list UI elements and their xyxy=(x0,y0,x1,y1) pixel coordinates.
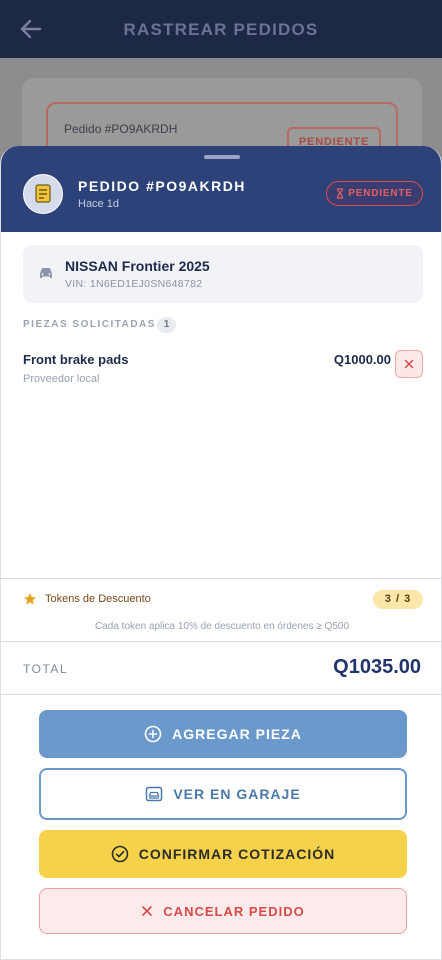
total-value: Q1035.00 xyxy=(333,656,421,678)
page-title: RASTREAR PEDIDOS xyxy=(123,20,319,39)
order-title: PEDIDO #PO9AKRDH xyxy=(78,178,246,194)
tokens-label: Tokens de Descuento xyxy=(45,593,151,605)
plus-circle-icon xyxy=(144,725,162,743)
part-vendor: Proveedor local xyxy=(23,373,100,385)
confirm-quote-label: CONFIRMAR COTIZACIÓN xyxy=(138,846,336,862)
close-icon xyxy=(404,359,414,369)
status-label: PENDIENTE xyxy=(348,188,413,199)
hourglass-icon xyxy=(337,188,344,199)
view-garage-button[interactable]: VER EN GARAJE xyxy=(39,768,407,820)
check-circle-icon xyxy=(111,845,129,863)
garage-icon xyxy=(146,786,163,802)
add-part-button[interactable]: AGREGAR PIEZA xyxy=(39,710,407,758)
part-price: Q1000.00 xyxy=(333,352,391,367)
parts-section-label: PIEZAS SOLICITADAS xyxy=(23,319,156,330)
close-icon xyxy=(142,906,153,916)
receipt-icon xyxy=(35,184,51,203)
cancel-order-button[interactable]: CANCELAR PEDIDO xyxy=(39,888,407,934)
part-name: Front brake pads xyxy=(23,352,129,367)
vehicle-vin: VIN: 1N6ED1EJ0SN648782 xyxy=(65,278,203,290)
vehicle-name: NISSAN Frontier 2025 xyxy=(65,258,210,274)
status-badge: PENDIENTE xyxy=(326,181,423,206)
vehicle-card: NISSAN Frontier 2025 VIN: 1N6ED1EJ0SN648… xyxy=(23,245,423,303)
divider xyxy=(1,694,441,695)
remove-part-button[interactable] xyxy=(395,350,423,378)
background-order-label: Pedido #PO9AKRDH xyxy=(64,122,178,136)
sheet-drag-handle[interactable] xyxy=(204,155,240,159)
divider xyxy=(1,641,441,642)
divider xyxy=(1,578,441,579)
tokens-count-badge: 3 / 3 xyxy=(373,590,423,609)
star-icon xyxy=(24,593,36,605)
cancel-order-label: CANCELAR PEDIDO xyxy=(163,903,305,919)
sheet-header: PEDIDO #PO9AKRDH Hace 1d PENDIENTE xyxy=(1,146,441,232)
order-time-ago: Hace 1d xyxy=(78,198,119,210)
parts-count-badge: 1 xyxy=(157,317,176,333)
order-icon-badge xyxy=(23,174,63,214)
total-label: TOTAL xyxy=(23,662,69,676)
add-part-label: AGREGAR PIEZA xyxy=(172,726,302,742)
car-icon xyxy=(40,268,52,278)
tokens-note: Cada token aplica 10% de descuento en ór… xyxy=(95,621,349,632)
app-header: RASTREAR PEDIDOS xyxy=(0,0,442,58)
view-garage-label: VER EN GARAJE xyxy=(173,786,301,802)
order-detail-sheet: PEDIDO #PO9AKRDH Hace 1d PENDIENTE NISSA… xyxy=(0,146,442,960)
confirm-quote-button[interactable]: CONFIRMAR COTIZACIÓN xyxy=(39,830,407,878)
